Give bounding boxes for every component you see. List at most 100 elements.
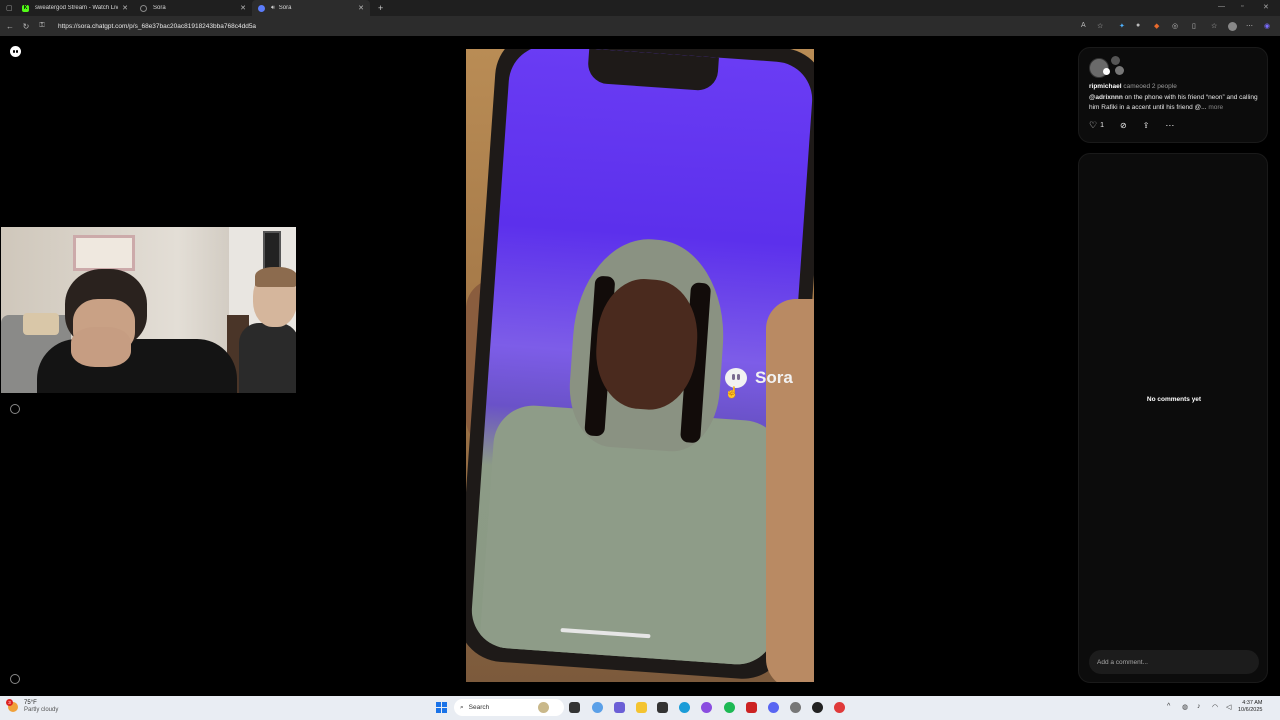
clock-time: 4:37 AM — [1242, 700, 1263, 706]
system-clock[interactable]: 4:37 AM 10/6/2025 — [1238, 700, 1262, 714]
share-icon: ⇪ — [1142, 121, 1150, 130]
taskbar: 3 75°F Partly cloudy ⌕ Search ^ ◍ ♪ ◠ ◁ … — [0, 696, 1280, 720]
file-explorer-icon[interactable] — [636, 702, 647, 713]
extension-icon[interactable]: ◆ — [1154, 22, 1159, 30]
store-icon[interactable] — [657, 702, 668, 713]
remix-icon: ⊘ — [1119, 121, 1127, 130]
app-icon[interactable] — [834, 702, 845, 713]
avatar — [1111, 56, 1120, 65]
weather-widget[interactable]: 3 75°F Partly cloudy — [6, 699, 59, 714]
url-field[interactable]: https://sora.chatgpt.com/p/s_68e37bac20a… — [58, 23, 256, 30]
sora-logo-icon — [725, 368, 747, 388]
task-view-icon[interactable] — [569, 702, 580, 713]
cameo-avatars[interactable] — [1089, 56, 1129, 80]
webcam-overlay — [1, 227, 296, 393]
copilot-app-icon[interactable] — [592, 702, 603, 713]
edge-icon[interactable] — [679, 702, 690, 713]
copilot-icon[interactable]: ◉ — [1264, 22, 1270, 30]
share-button[interactable]: ⇪ — [1143, 121, 1150, 130]
watermark-text: Sora — [755, 368, 793, 387]
teams-icon[interactable] — [614, 702, 625, 713]
more-menu-icon[interactable]: ⋯ — [1246, 22, 1253, 30]
extension-icon[interactable]: ✦ — [1119, 22, 1125, 30]
comments-panel: No comments yet — [1078, 153, 1268, 683]
new-tab-button[interactable]: + — [378, 3, 383, 13]
maximize-icon[interactable]: ▫ — [1241, 3, 1243, 10]
sora-watermark: Sora — [725, 368, 793, 388]
reload-icon[interactable]: ↻ — [20, 22, 32, 31]
extension-icon[interactable]: ◎ — [1172, 22, 1178, 30]
tab-title: Sora — [153, 5, 166, 11]
app-icon[interactable] — [701, 702, 712, 713]
mention-link[interactable]: @adrixnnn — [1089, 94, 1123, 101]
chevron-up-icon[interactable]: ^ — [1167, 703, 1170, 710]
mouse-cursor-icon: ☝ — [725, 387, 739, 399]
ellipsis-icon: ⋯ — [1165, 120, 1175, 130]
tab-bar: ▢ K sweatergod Stream - Watch Live o ✕ S… — [0, 0, 1280, 16]
tray-app-icon[interactable]: ◍ — [1182, 703, 1188, 711]
close-tab-icon[interactable]: ✕ — [122, 4, 128, 12]
remix-button[interactable]: ⊘ — [1120, 121, 1127, 130]
tab-kick[interactable]: K sweatergod Stream - Watch Live o ✕ — [16, 0, 134, 16]
site-info-icon[interactable]: ⚿ — [36, 22, 48, 30]
sora-icon — [258, 4, 265, 12]
like-button[interactable]: ♡ 1 — [1089, 120, 1104, 131]
empty-comments-text: No comments yet — [1146, 396, 1202, 403]
spotify-icon[interactable] — [724, 702, 735, 713]
search-placeholder: Search — [468, 704, 490, 711]
online-badge-icon — [1103, 68, 1110, 75]
heart-icon: ♡ — [1089, 120, 1098, 130]
weather-desc: Partly cloudy — [24, 707, 59, 713]
settings-app-icon[interactable] — [790, 702, 801, 713]
back-icon[interactable]: ← — [4, 22, 16, 31]
close-tab-icon[interactable]: ✕ — [358, 4, 364, 12]
app-icon[interactable] — [746, 702, 757, 713]
post-caption: @adrixnnn on the phone with his friend “… — [1089, 93, 1261, 112]
more-link[interactable]: more — [1208, 104, 1223, 111]
settings-icon[interactable] — [10, 404, 20, 414]
video-frame — [466, 49, 814, 682]
media-player-icon[interactable] — [812, 702, 823, 713]
sora-icon — [140, 4, 147, 12]
profile-avatar[interactable] — [1228, 22, 1237, 31]
video-player[interactable]: Sora — [466, 49, 814, 682]
tab-actions-icon[interactable]: ▢ — [6, 4, 16, 12]
start-button[interactable] — [436, 702, 447, 713]
split-screen-icon[interactable]: ▯ — [1192, 22, 1196, 30]
post-credit: ripmichael cameoed 2 people — [1089, 83, 1177, 90]
volume-icon[interactable]: ◁ — [1226, 703, 1231, 711]
favorites-icon[interactable]: ☆ — [1211, 22, 1217, 30]
post-info-card: ripmichael cameoed 2 people @adrixnnn on… — [1078, 47, 1268, 143]
wifi-icon[interactable]: ◠ — [1212, 703, 1218, 711]
mute-icon[interactable] — [10, 674, 20, 684]
close-window-icon[interactable]: ✕ — [1263, 3, 1269, 11]
tab-sora-2[interactable]: 🔊︎ Sora ✕ — [252, 0, 370, 16]
tab-sora-1[interactable]: Sora ✕ — [134, 0, 252, 16]
cameo-text: cameoed 2 people — [1123, 83, 1177, 90]
extension-icon[interactable]: ● — [1136, 22, 1140, 29]
avatar — [1115, 66, 1124, 75]
search-highlight-icon[interactable] — [538, 702, 549, 713]
post-actions: ♡ 1 ⊘ ⇪ ⋯ — [1089, 120, 1190, 131]
read-aloud-icon[interactable]: A — [1081, 22, 1086, 29]
like-count: 1 — [1100, 122, 1104, 129]
notification-badge: 3 — [6, 699, 13, 706]
weather-icon: 3 — [6, 699, 18, 712]
speaker-icon[interactable]: 🔊︎ — [271, 5, 275, 12]
favorite-star-icon[interactable]: ☆ — [1097, 22, 1103, 30]
more-options-button[interactable]: ⋯ — [1165, 120, 1174, 131]
kick-icon: K — [22, 4, 29, 12]
comment-input[interactable] — [1089, 650, 1259, 674]
discord-icon[interactable] — [768, 702, 779, 713]
sora-logo-icon[interactable] — [10, 46, 21, 57]
tab-title: sweatergod Stream - Watch Live o — [35, 5, 119, 11]
weather-temp: 75°F — [24, 700, 37, 706]
mic-icon[interactable]: ♪ — [1197, 703, 1201, 710]
close-tab-icon[interactable]: ✕ — [240, 4, 246, 12]
clock-date: 10/6/2025 — [1238, 707, 1263, 713]
address-bar: ← ↻ ⚿ https://sora.chatgpt.com/p/s_68e37… — [0, 16, 1280, 36]
search-icon: ⌕ — [460, 703, 464, 711]
username-link[interactable]: ripmichael — [1089, 83, 1122, 90]
sora-page: Sora ☝ ripmichael cameoed 2 people @adri… — [0, 36, 1280, 696]
minimize-icon[interactable]: — — [1218, 3, 1225, 10]
